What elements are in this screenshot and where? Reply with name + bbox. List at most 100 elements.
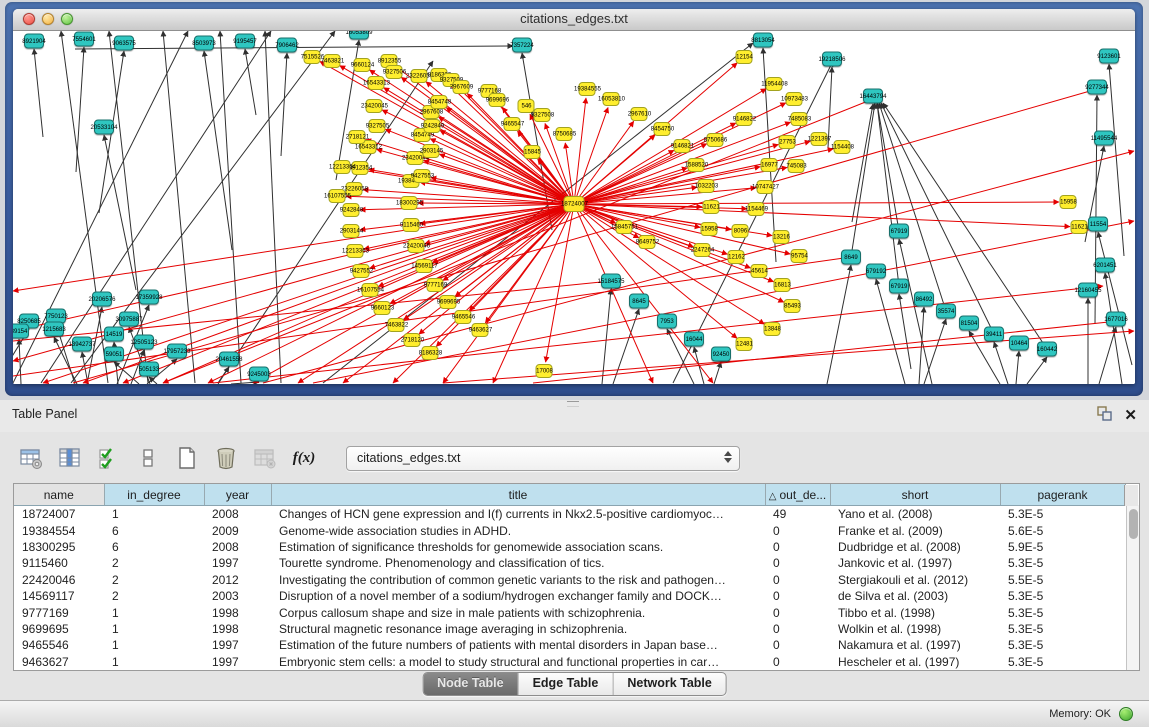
network-table-selector[interactable]: citations_edges.txt: [346, 446, 740, 471]
table-cell[interactable]: 0: [765, 637, 830, 653]
table-cell[interactable]: 9699695: [14, 621, 104, 637]
graph-node[interactable]: 9327505: [369, 119, 386, 133]
graph-node[interactable]: 11554: [1088, 217, 1108, 232]
graph-node[interactable]: 12154: [736, 50, 753, 64]
table-cell[interactable]: 0: [765, 654, 830, 670]
graph-node[interactable]: 23420045: [366, 99, 383, 113]
graph-node[interactable]: 7515526: [304, 50, 321, 64]
table-cell[interactable]: Corpus callosum shape and size in male p…: [271, 604, 765, 620]
graph-node[interactable]: 1154408: [834, 140, 851, 154]
graph-node[interactable]: 45614: [751, 264, 768, 278]
graph-node[interactable]: 9063575: [114, 36, 134, 51]
column-header-pagerank[interactable]: pagerank: [1000, 484, 1125, 506]
table-row[interactable]: 969969511998Structural magnetic resonanc…: [14, 621, 1125, 637]
table-cell[interactable]: Wolkin et al. (1998): [830, 621, 1000, 637]
table-cell[interactable]: Embryonic stem cells: a model to study s…: [271, 654, 765, 670]
window-titlebar[interactable]: citations_edges.txt: [13, 9, 1135, 31]
graph-node[interactable]: 20533104: [94, 120, 114, 135]
graph-node[interactable]: 35574: [936, 304, 956, 319]
network-canvas[interactable]: 1872400793275051654331289123542322605892…: [13, 31, 1135, 384]
graph-node[interactable]: 2967610: [631, 107, 648, 121]
table-cell[interactable]: Tourette syndrome. Phenomenology and cla…: [271, 555, 765, 571]
table-cell[interactable]: 49: [765, 506, 830, 523]
table-cell[interactable]: Estimation of significance thresholds fo…: [271, 539, 765, 555]
graph-node[interactable]: 9115460: [403, 218, 420, 232]
table-cell[interactable]: 6: [104, 522, 204, 538]
graph-node[interactable]: 86492: [914, 292, 934, 307]
table-row[interactable]: 1830029562008Estimation of significance …: [14, 539, 1125, 555]
table-cell[interactable]: 1997: [204, 555, 271, 571]
window-minimize-button[interactable]: [42, 13, 54, 25]
graph-node[interactable]: 11621: [703, 200, 720, 214]
graph-node[interactable]: 18300295: [401, 196, 418, 210]
graph-hub-node[interactable]: 18724007: [564, 196, 585, 212]
graph-node[interactable]: 8750685: [556, 127, 573, 141]
graph-node[interactable]: 679192: [866, 264, 886, 279]
graph-node[interactable]: 8454750: [654, 122, 671, 136]
graph-node[interactable]: 16053810: [603, 92, 620, 106]
table-cell[interactable]: Structural magnetic resonance image aver…: [271, 621, 765, 637]
graph-node[interactable]: 92450: [711, 347, 731, 362]
table-cell[interactable]: 2012: [204, 572, 271, 588]
graph-node[interactable]: 8645: [629, 294, 649, 309]
graph-node[interactable]: 16977: [761, 158, 778, 172]
table-cell[interactable]: 9465546: [14, 637, 104, 653]
table-cell[interactable]: Yano et al. (2008): [830, 506, 1000, 523]
table-row[interactable]: 1456911722003Disruption of a novel membe…: [14, 588, 1125, 604]
table-cell[interactable]: 5.3E-5: [1000, 555, 1125, 571]
graph-node[interactable]: 14519: [104, 327, 124, 342]
table-cell[interactable]: Tibbo et al. (1998): [830, 604, 1000, 620]
graph-node[interactable]: 27753: [779, 135, 796, 149]
tab-network-table[interactable]: Network Table: [613, 673, 726, 695]
graph-node[interactable]: 9242848: [343, 203, 360, 217]
graph-node[interactable]: 8813054: [753, 33, 773, 48]
graph-node[interactable]: 95754: [791, 249, 808, 263]
graph-node[interactable]: 9245003: [249, 367, 269, 382]
table-cell[interactable]: Jankovic et al. (1997): [830, 555, 1000, 571]
function-builder-button[interactable]: f(x): [291, 445, 317, 471]
graph-node[interactable]: 1215683: [44, 322, 64, 337]
table-cell[interactable]: 5.9E-5: [1000, 539, 1125, 555]
graph-node[interactable]: 15184575: [601, 274, 621, 289]
graph-node[interactable]: 85493: [784, 299, 801, 313]
table-row[interactable]: 977716911998Corpus callosum shape and si…: [14, 604, 1125, 620]
graph-node[interactable]: 2718120: [404, 333, 421, 347]
table-cell[interactable]: 2008: [204, 506, 271, 523]
graph-node[interactable]: 9195457: [235, 34, 255, 49]
graph-node[interactable]: 1221397: [811, 132, 828, 146]
table-cell[interactable]: Hescheler et al. (1997): [830, 654, 1000, 670]
graph-node[interactable]: 12213363: [347, 244, 364, 258]
table-cell[interactable]: 5.3E-5: [1000, 637, 1125, 653]
table-cell[interactable]: 14569117: [14, 588, 104, 604]
table-cell[interactable]: 5.3E-5: [1000, 506, 1125, 523]
graph-node[interactable]: 67919: [889, 224, 909, 239]
graph-node[interactable]: 7906462: [277, 38, 297, 53]
table-cell[interactable]: Nakamura et al. (1997): [830, 637, 1000, 653]
graph-node[interactable]: 9427552: [353, 264, 370, 278]
table-cell[interactable]: 0: [765, 522, 830, 538]
table-cell[interactable]: 9463627: [14, 654, 104, 670]
graph-node[interactable]: 1677016: [1106, 312, 1126, 327]
graph-node[interactable]: 12162: [728, 250, 745, 264]
table-cell[interactable]: 1997: [204, 637, 271, 653]
table-settings-button[interactable]: [18, 445, 44, 471]
graph-node[interactable]: 1032203: [698, 179, 715, 193]
graph-node[interactable]: 9463627: [472, 323, 489, 337]
column-header-out_de[interactable]: △out_de...: [765, 484, 830, 506]
graph-node[interactable]: 2903144: [343, 224, 360, 238]
graph-node[interactable]: 15845751: [616, 220, 633, 234]
graph-node[interactable]: 9277344: [1087, 80, 1107, 95]
table-cell[interactable]: 2: [104, 588, 204, 604]
table-cell[interactable]: 1998: [204, 621, 271, 637]
table-scrollbar[interactable]: [1126, 505, 1140, 670]
table-cell[interactable]: Changes of HCN gene expression and I(f) …: [271, 506, 765, 523]
graph-node[interactable]: 12160455: [1078, 283, 1098, 298]
graph-node[interactable]: 9699696: [489, 93, 506, 107]
table-cell[interactable]: 5.3E-5: [1000, 621, 1125, 637]
graph-node[interactable]: 9146821: [674, 139, 691, 153]
graph-node[interactable]: 15958: [701, 222, 718, 236]
table-cell[interactable]: Genome-wide association studies in ADHD.: [271, 522, 765, 538]
graph-node[interactable]: 9699695: [440, 295, 457, 309]
graph-node[interactable]: 13216: [773, 230, 790, 244]
column-header-title[interactable]: title: [271, 484, 765, 506]
